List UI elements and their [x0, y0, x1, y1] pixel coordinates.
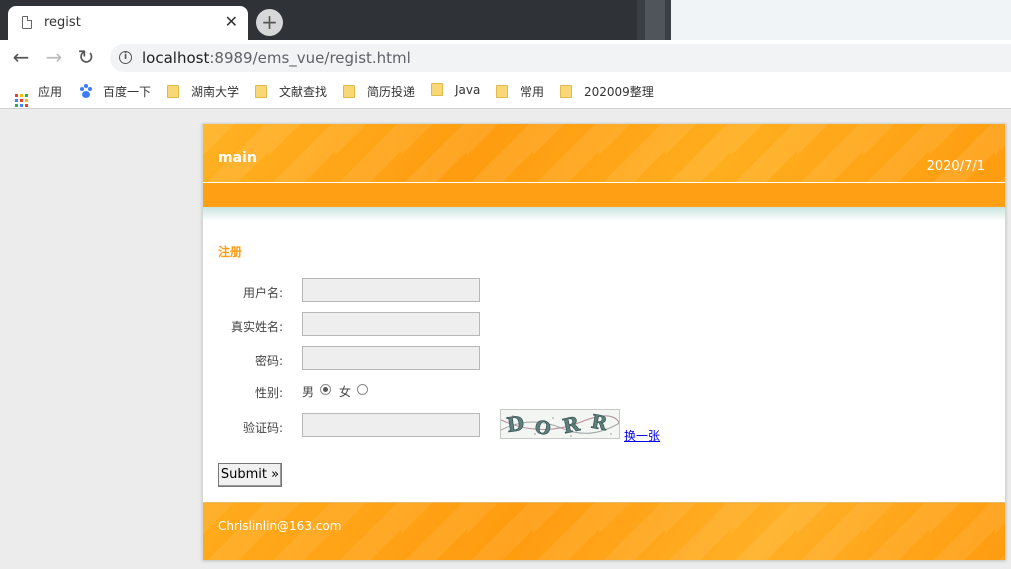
- new-tab-button[interactable]: +: [256, 9, 283, 36]
- refresh-captcha-link[interactable]: 换一张: [624, 427, 660, 444]
- tab-title: regist: [44, 15, 81, 30]
- bookmark-baidu[interactable]: 百度一下: [79, 83, 151, 100]
- gender-male-radio[interactable]: [320, 384, 332, 395]
- baidu-paw-icon: [79, 84, 93, 98]
- gender-group: 男女: [302, 383, 376, 400]
- captcha-image: D O R R: [500, 409, 620, 439]
- folder-icon: [560, 85, 572, 98]
- reload-button[interactable]: ↻: [74, 46, 98, 70]
- bookmark-folder[interactable]: Java: [431, 83, 480, 97]
- gender-female-radio[interactable]: [357, 384, 369, 395]
- close-tab-icon[interactable]: ✕: [225, 12, 238, 31]
- nav-bar: [203, 183, 1005, 207]
- username-input[interactable]: [302, 278, 480, 302]
- bookmark-folder[interactable]: 湖南大学: [167, 83, 239, 100]
- address-bar[interactable]: i localhost:8989/ems_vue/regist.html: [110, 44, 1011, 72]
- bookmark-folder[interactable]: 202009整理: [560, 83, 654, 100]
- captcha-char: R: [589, 411, 609, 435]
- tab-strip: regist ✕ +: [0, 0, 1011, 40]
- folder-icon: [343, 85, 355, 98]
- submit-button[interactable]: Submit »: [218, 463, 282, 487]
- footer-email: Chrislinlin@163.com: [218, 519, 342, 533]
- gender-male-label: 男: [302, 385, 315, 399]
- browser-toolbar: ← → ↻ i localhost:8989/ems_vue/regist.ht…: [0, 40, 1011, 76]
- info-icon[interactable]: i: [119, 51, 132, 64]
- bookmark-apps[interactable]: 应用: [15, 83, 62, 107]
- forward-button[interactable]: →: [42, 46, 66, 70]
- captcha-char: D: [505, 411, 526, 437]
- page-container: main 2020/7/1 注册 用户名: 真实姓名: 密码: 性别: 男女 验…: [202, 123, 1006, 560]
- password-label: 密码:: [254, 354, 283, 368]
- page-header: main 2020/7/1: [203, 124, 1005, 182]
- back-button[interactable]: ←: [9, 46, 33, 70]
- apps-grid-icon: [15, 94, 28, 107]
- captcha-label: 验证码:: [242, 421, 283, 435]
- captcha-input[interactable]: [302, 413, 480, 437]
- header-date: 2020/7/1: [926, 159, 985, 174]
- folder-icon: [496, 85, 508, 98]
- browser-tab[interactable]: regist ✕: [8, 6, 248, 40]
- captcha-char: O: [533, 416, 553, 439]
- realname-input[interactable]: [302, 312, 480, 336]
- site-logo: main: [218, 150, 257, 166]
- realname-label: 真实姓名:: [230, 320, 283, 334]
- captcha-char: R: [560, 411, 582, 438]
- bookmark-folder[interactable]: 简历投递: [343, 83, 415, 100]
- bookmark-folder[interactable]: 文献查找: [255, 83, 327, 100]
- bookmark-folder[interactable]: 常用: [496, 83, 544, 100]
- background-window: [637, 0, 1011, 40]
- password-input[interactable]: [302, 346, 480, 370]
- folder-icon: [167, 85, 179, 98]
- page-footer: Chrislinlin@163.com: [203, 502, 1005, 560]
- url-text: localhost:8989/ems_vue/regist.html: [142, 49, 411, 67]
- folder-icon: [255, 85, 267, 98]
- gender-label: 性别:: [254, 386, 283, 400]
- form-title: 注册: [218, 245, 243, 259]
- username-label: 用户名:: [242, 286, 283, 300]
- gender-female-label: 女: [339, 385, 352, 399]
- folder-icon: [431, 83, 443, 96]
- bookmarks-bar: 应用 百度一下 湖南大学 文献查找 简历投递 Java 常用 202009整理: [0, 76, 1011, 109]
- document-icon: [22, 16, 32, 29]
